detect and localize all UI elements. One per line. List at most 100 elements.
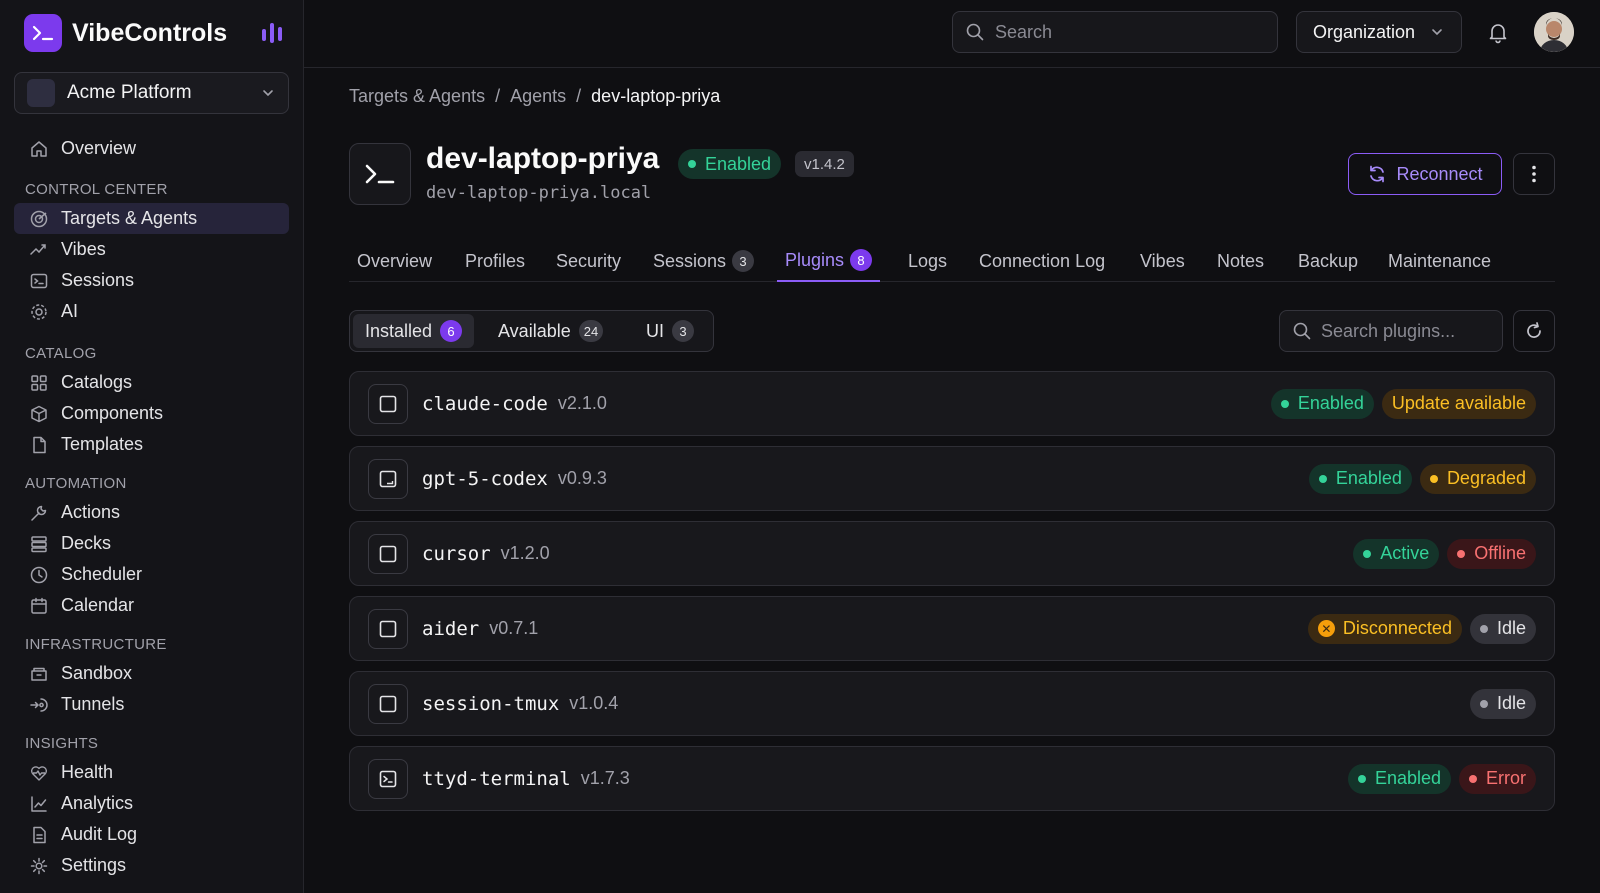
badge-label: Offline [1474,543,1526,563]
badge-label: Enabled [1297,393,1364,413]
search-icon [1292,321,1312,341]
sidebar-item-settings[interactable]: Settings [14,850,289,881]
terminal-logo-icon [24,14,62,52]
target-icon [29,209,49,229]
tab-label: Plugins [785,249,845,270]
tab-count: 3 [732,250,755,272]
tab-maintenance[interactable]: Maintenance [1380,240,1499,282]
sidebar-item-targets[interactable]: Targets & Agents [14,203,289,234]
refresh-plugins-button[interactable] [1513,310,1555,352]
tab-label: Notes [1217,250,1265,271]
plugin-row[interactable]: claude-code v2.1.0 Enabled Update availa… [349,371,1555,436]
brand[interactable]: VibeControls [24,14,284,52]
tab-sessions[interactable]: Sessions 3 [645,240,762,282]
sidebar-item-overview[interactable]: Overview [14,133,289,164]
plugin-version: v0.7.1 [489,618,539,638]
plugin-search-input[interactable]: Search plugins... [1321,321,1455,342]
plugin-row[interactable]: cursor v1.2.0 Active Offline [349,521,1555,586]
tab-profiles[interactable]: Profiles [457,240,533,282]
plugin-version: v1.2.0 [500,543,550,563]
wave-icon [29,240,49,260]
filter-ui[interactable]: UI 3 [634,314,706,348]
tab-connection-log[interactable]: Connection Log [971,240,1113,282]
plugin-row[interactable]: aider v0.7.1 ✕ Disconnected Idle [349,596,1555,661]
more-menu-button[interactable] [1513,153,1555,195]
page-title: dev-laptop-priya [426,142,660,175]
refresh-icon [1367,164,1387,184]
sidebar-item-calendar[interactable]: Calendar [14,590,289,621]
sidebar-item-decks[interactable]: Decks [14,528,289,559]
plugin-row[interactable]: session-tmux v1.0.4 Idle [349,671,1555,736]
tab-logs[interactable]: Logs [900,240,955,282]
sidebar-item-analytics[interactable]: Analytics [14,788,289,819]
section-insights: INSIGHTS [25,735,99,752]
equalizer-icon[interactable] [262,22,282,44]
workspace-switcher[interactable]: Acme Platform [14,72,289,114]
tunnel-icon [29,695,49,715]
version-badge: v1.4.2 [795,151,854,177]
bell-icon[interactable] [1486,20,1510,44]
status-badge: Enabled [678,149,782,179]
cube-icon [29,404,49,424]
tab-label: Maintenance [1388,250,1492,271]
calendar-icon [29,596,49,616]
sidebar-item-label: Audit Log [61,824,138,844]
tab-backup[interactable]: Backup [1290,240,1366,282]
status-dot [688,160,696,168]
badge-label: Degraded [1446,468,1526,488]
wrench-icon [29,503,49,523]
search-input[interactable]: Search [995,22,1052,43]
tab-notes[interactable]: Notes [1209,240,1272,282]
agent-terminal-icon [349,143,411,205]
breadcrumb-agents[interactable]: Agents [510,86,566,107]
sidebar-item-sandbox[interactable]: Sandbox [14,658,289,689]
sidebar-item-components[interactable]: Components [14,398,289,429]
breadcrumb-targets[interactable]: Targets & Agents [349,86,485,107]
tab-vibes[interactable]: Vibes [1132,240,1193,282]
home-icon [29,139,49,159]
plugin-search[interactable]: Search plugins... [1279,310,1503,352]
sidebar-item-actions[interactable]: Actions [14,497,289,528]
tab-label: Vibes [1140,250,1185,271]
section-automation: AUTOMATION [25,475,127,492]
filter-available[interactable]: Available 24 [486,314,615,348]
avatar[interactable] [1534,12,1574,52]
sidebar-item-vibes[interactable]: Vibes [14,234,289,265]
section-catalog: CATALOG [25,345,97,362]
sidebar-item-label: Targets & Agents [61,208,198,228]
sidebar-item-ai[interactable]: AI [14,296,289,327]
tab-security[interactable]: Security [548,240,629,282]
plugin-row[interactable]: gpt-5-codex v0.9.3 Enabled Degraded [349,446,1555,511]
reconnect-button[interactable]: Reconnect [1348,153,1502,195]
sidebar-item-catalogs[interactable]: Catalogs [14,367,289,398]
global-search[interactable]: Search [952,11,1278,53]
x-circle-icon: ✕ [1317,620,1335,637]
workspace-name: Acme Platform [67,82,192,103]
plugin-name: aider [422,617,480,640]
plugin-row[interactable]: ttyd-terminal v1.7.3 Enabled Error [349,746,1555,811]
sidebar-item-health[interactable]: Health [14,757,289,788]
badge-label: Error [1486,768,1526,788]
tab-label: Sessions [653,250,727,271]
plugin-name: ttyd-terminal [422,767,571,790]
sidebar-item-scheduler[interactable]: Scheduler [14,559,289,590]
tab-plugins[interactable]: Plugins 8 [777,240,881,282]
badge-label: Active [1380,543,1430,563]
plugin-square-icon [368,683,408,724]
chevron-down-icon [260,85,276,101]
document-icon [29,825,49,845]
sidebar-item-label: Sessions [61,270,135,290]
sidebar-item-templates[interactable]: Templates [14,429,289,460]
sidebar-item-audit-log[interactable]: Audit Log [14,819,289,850]
sidebar-item-sessions[interactable]: Sessions [14,265,289,296]
breadcrumb-current: dev-laptop-priya [591,86,721,106]
update-badge[interactable]: Update available [1381,388,1536,419]
filter-label: Available [498,320,571,341]
sidebar-item-tunnels[interactable]: Tunnels [14,689,289,720]
status-badge: Enabled [1270,388,1374,419]
filter-count: 3 [672,320,694,342]
organization-dropdown[interactable]: Organization [1296,11,1462,53]
grid-icon [29,373,49,393]
filter-installed[interactable]: Installed 6 [353,314,475,348]
tab-overview[interactable]: Overview [349,240,440,282]
